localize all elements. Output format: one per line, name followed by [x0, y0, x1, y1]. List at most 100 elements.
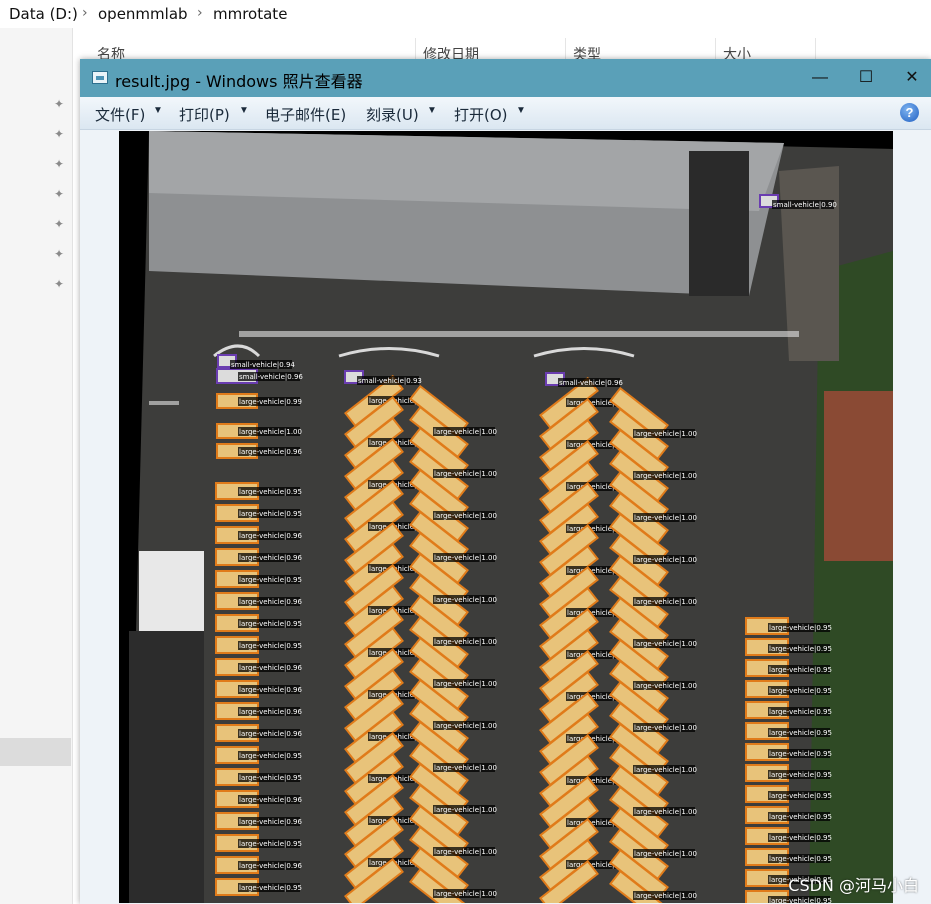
detection-label: large-vehicle|1.00 [634, 724, 697, 732]
column-divider[interactable] [415, 38, 416, 60]
detection-label: large-vehicle|1.00 [634, 808, 697, 816]
detection-label: large-vehicle|0.96 [239, 664, 302, 672]
detection-label: large-vehicle|0.95 [769, 645, 832, 653]
detection-label: large-vehicle|0.96 [239, 598, 302, 606]
result-image: large-vehicle|0.95 large-vehicle|0.95 larg… [119, 131, 893, 903]
photo-viewer-window: result.jpg - Windows 照片查看器 — ☐ ✕ 文件(F) ▼… [80, 59, 931, 904]
detection-label: large-vehicle|0.95 [769, 624, 832, 632]
menu-email[interactable]: 电子邮件(E) [265, 104, 346, 125]
detection-label: large-vehicle|1.00 [634, 766, 697, 774]
detection-label: large-vehicle|0.95 [239, 510, 302, 518]
detection-label: large-vehicle|0.96 [239, 862, 302, 870]
detection-label: small-vehicle|0.96 [239, 373, 303, 381]
explorer-address-bar: Data (D:) › openmmlab › mmrotate [0, 0, 931, 29]
menu-open[interactable]: 打开(O) [454, 104, 508, 125]
detection-label: large-vehicle|1.00 [434, 890, 497, 898]
column-divider[interactable] [815, 38, 816, 60]
detection-label: large-vehicle|0.99 [239, 398, 302, 406]
detection-label: large-vehicle|1.00 [434, 512, 497, 520]
menu-file[interactable]: 文件(F) [95, 104, 145, 125]
pin-icon: ✦ [54, 217, 65, 231]
detection-label: large-vehicle|0.95 [239, 620, 302, 628]
detection-label: large-vehicle|1.00 [434, 638, 497, 646]
detection-label: large-vehicle|1.00 [434, 470, 497, 478]
csdn-watermark: CSDN @河马小白 [788, 876, 919, 895]
breadcrumb-drive[interactable]: Data (D:) [9, 5, 78, 23]
nav-selected-item[interactable] [0, 738, 71, 766]
detection-label: large-vehicle|0.95 [239, 576, 302, 584]
pin-icon: ✦ [54, 187, 65, 201]
detection-label: large-vehicle|0.95 [239, 840, 302, 848]
detection-label: large-vehicle|0.96 [239, 448, 302, 456]
pin-icon: ✦ [54, 97, 65, 111]
detection-label: large-vehicle|0.96 [239, 686, 302, 694]
detection-label: large-vehicle|0.95 [239, 642, 302, 650]
detection-label: large-vehicle|1.00 [434, 764, 497, 772]
close-button[interactable]: ✕ [889, 59, 931, 97]
detection-label: large-vehicle|1.00 [434, 428, 497, 436]
chevron-right-icon: › [197, 5, 203, 21]
detection-label: small-vehicle|0.90 [773, 201, 837, 209]
chevron-down-icon[interactable]: ▼ [516, 105, 526, 116]
aerial-parking-lot-image: large-vehicle|0.95 large-vehicle|0.95 larg… [129, 131, 893, 903]
detection-label: small-vehicle|0.94 [231, 361, 295, 369]
chevron-down-icon[interactable]: ▼ [427, 105, 437, 116]
detection-label: large-vehicle|1.00 [634, 430, 697, 438]
column-divider[interactable] [565, 38, 566, 60]
explorer-nav-pane: ✦ ✦ ✦ ✦ ✦ ✦ ✦ [0, 28, 73, 904]
pin-icon: ✦ [54, 127, 65, 141]
detection-label: large-vehicle|1.00 [434, 680, 497, 688]
pin-icon: ✦ [54, 277, 65, 291]
file-list-header: ^ 名称 修改日期 类型 大小 [73, 28, 931, 71]
pin-icon: ✦ [54, 247, 65, 261]
detection-label: large-vehicle|1.00 [634, 514, 697, 522]
detection-label: small-vehicle|0.96 [559, 379, 623, 387]
detection-label: large-vehicle|1.00 [239, 428, 302, 436]
detection-label: large-vehicle|0.95 [769, 771, 832, 779]
column-divider[interactable] [715, 38, 716, 60]
detection-label: large-vehicle|0.96 [239, 730, 302, 738]
detection-label: large-vehicle|0.95 [239, 488, 302, 496]
detection-label: large-vehicle|0.95 [769, 708, 832, 716]
menu-bar: 文件(F) ▼ 打印(P) ▼ 电子邮件(E) 刻录(U) ▼ 打开(O) ▼ … [80, 97, 931, 130]
detection-label: large-vehicle|0.96 [239, 818, 302, 826]
menu-burn[interactable]: 刻录(U) [366, 104, 419, 125]
detection-label: large-vehicle|1.00 [434, 722, 497, 730]
detection-label: large-vehicle|0.95 [769, 834, 832, 842]
detection-label: large-vehicle|1.00 [634, 892, 697, 900]
detection-label: large-vehicle|0.95 [769, 666, 832, 674]
title-bar[interactable]: result.jpg - Windows 照片查看器 — ☐ ✕ [80, 59, 931, 97]
breadcrumb-openmmlab[interactable]: openmmlab [98, 5, 188, 23]
menu-print[interactable]: 打印(P) [179, 104, 230, 125]
detection-label: large-vehicle|1.00 [634, 640, 697, 648]
help-icon[interactable]: ? [900, 103, 919, 122]
detection-label: large-vehicle|1.00 [434, 806, 497, 814]
detection-label: large-vehicle|1.00 [634, 556, 697, 564]
detection-label: large-vehicle|0.95 [769, 813, 832, 821]
chevron-down-icon[interactable]: ▼ [153, 105, 163, 116]
window-title: result.jpg - Windows 照片查看器 [115, 72, 363, 91]
detection-label: large-vehicle|0.96 [239, 796, 302, 804]
maximize-button[interactable]: ☐ [843, 59, 889, 97]
detection-label: large-vehicle|1.00 [634, 472, 697, 480]
detection-label: large-vehicle|0.95 [769, 792, 832, 800]
detection-label: large-vehicle|1.00 [634, 682, 697, 690]
detection-label: large-vehicle|0.96 [239, 708, 302, 716]
detection-label: large-vehicle|0.95 [769, 897, 832, 903]
detection-label: large-vehicle|1.00 [434, 848, 497, 856]
detection-label: large-vehicle|0.95 [769, 750, 832, 758]
minimize-button[interactable]: — [797, 59, 843, 97]
detection-label: large-vehicle|1.00 [434, 596, 497, 604]
detection-label: large-vehicle|0.96 [239, 554, 302, 562]
detection-label: small-vehicle|0.93 [358, 377, 422, 385]
photo-viewer-icon [92, 71, 108, 84]
detection-label: large-vehicle|1.00 [434, 554, 497, 562]
breadcrumb-mmrotate[interactable]: mmrotate [213, 5, 287, 23]
detection-label: large-vehicle|0.95 [769, 729, 832, 737]
pin-icon: ✦ [54, 157, 65, 171]
detection-label: large-vehicle|1.00 [634, 598, 697, 606]
chevron-down-icon[interactable]: ▼ [239, 105, 249, 116]
detection-label: large-vehicle|1.00 [634, 850, 697, 858]
detection-label: large-vehicle|0.95 [239, 884, 302, 892]
detection-label: large-vehicle|0.96 [239, 532, 302, 540]
